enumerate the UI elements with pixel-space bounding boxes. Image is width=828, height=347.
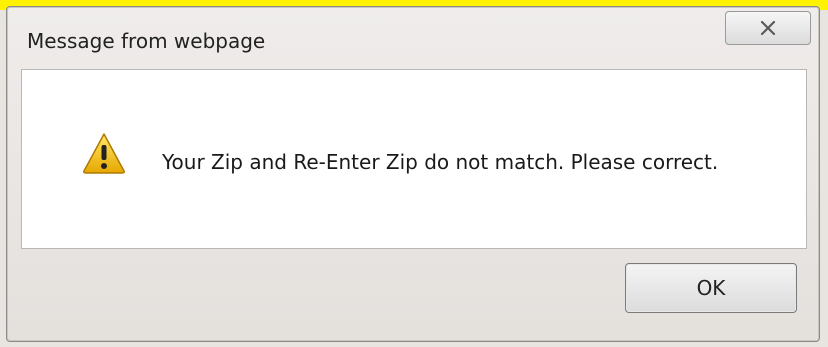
message-dialog: Message from webpage Your Zip and Re-Ent… (6, 6, 820, 342)
close-icon (760, 20, 776, 36)
dialog-footer: OK (21, 249, 807, 335)
warning-icon (83, 133, 125, 174)
ok-button[interactable]: OK (625, 263, 797, 313)
dialog-content: Your Zip and Re-Enter Zip do not match. … (21, 69, 807, 249)
dialog-message: Your Zip and Re-Enter Zip do not match. … (162, 150, 719, 174)
close-button[interactable] (725, 11, 811, 45)
dialog-title: Message from webpage (27, 29, 266, 53)
dialog-titlebar: Message from webpage (7, 7, 819, 69)
